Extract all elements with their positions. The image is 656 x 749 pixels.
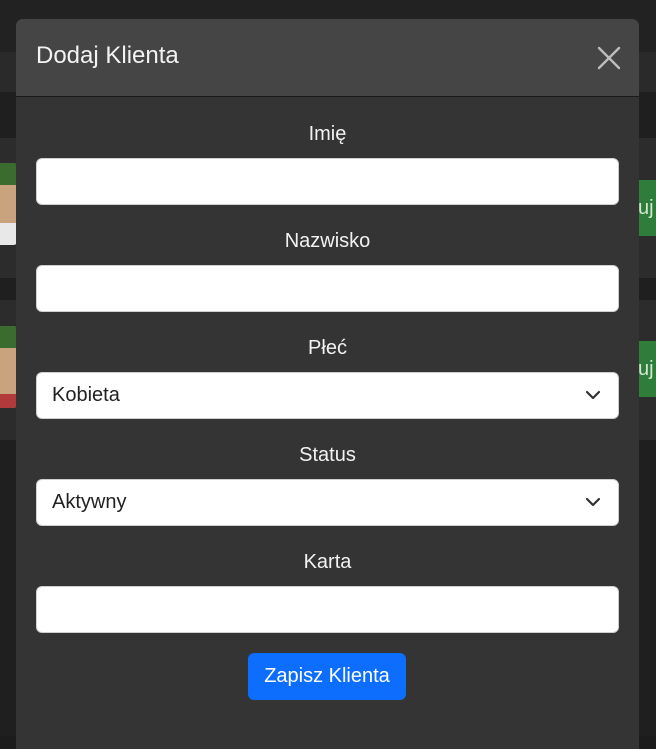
gender-select[interactable]: Kobieta [36,372,619,419]
last-name-input[interactable] [36,265,619,312]
add-client-modal: Dodaj Klienta Imię Nazwisko Płeć Kobieta… [16,19,639,749]
last-name-label: Nazwisko [284,230,371,252]
first-name-input[interactable] [36,158,619,205]
close-icon [597,46,621,70]
gender-label: Płeć [308,337,347,359]
modal-header: Dodaj Klienta [16,19,639,97]
gender-group: Płeć Kobieta [36,335,619,419]
gender-selected-value: Kobieta [52,384,120,406]
card-group: Karta [36,549,619,633]
first-name-label: Imię [308,123,347,145]
card-label: Karta [303,551,352,573]
modal-title: Dodaj Klienta [36,42,179,69]
card-input[interactable] [36,586,619,633]
status-group: Status Aktywny [36,442,619,526]
status-selected-value: Aktywny [52,491,127,513]
last-name-group: Nazwisko [36,228,619,312]
close-button[interactable] [596,45,622,71]
status-label: Status [299,444,356,466]
chevron-down-icon [585,497,601,507]
chevron-down-icon [585,390,601,400]
save-client-button[interactable]: Zapisz Klienta [248,653,406,700]
first-name-group: Imię [36,121,619,205]
status-select[interactable]: Aktywny [36,479,619,526]
